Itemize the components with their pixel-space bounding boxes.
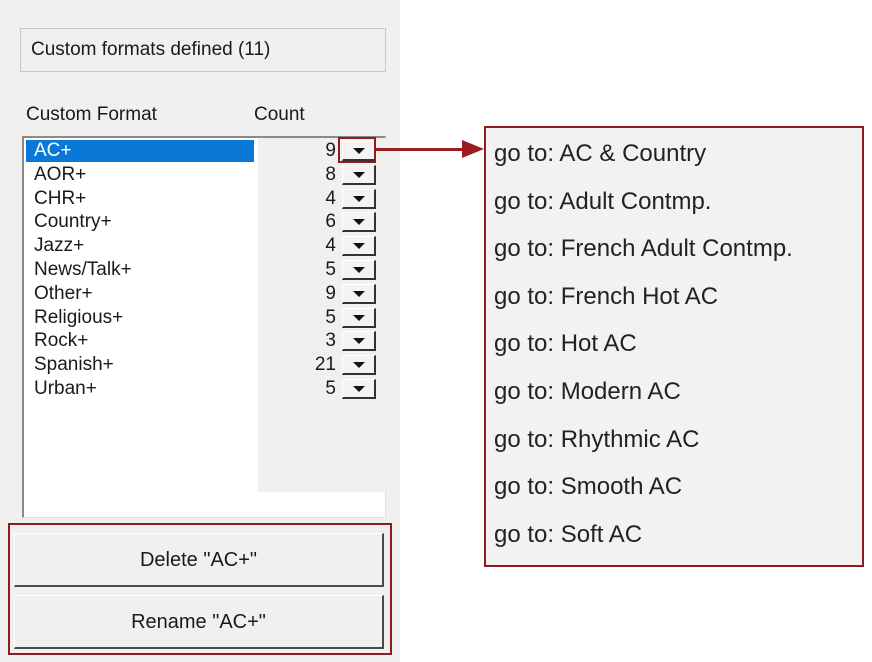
chevron-down-icon <box>353 219 365 226</box>
format-count: 8 <box>325 163 336 185</box>
chevron-down-icon <box>353 338 365 345</box>
goto-menu-item[interactable]: go to: Adult Contmp. <box>494 188 711 236</box>
goto-menu-item[interactable]: go to: Hot AC <box>494 330 637 378</box>
screenshot-stage: Custom formats defined (11) Custom Forma… <box>0 0 872 662</box>
format-name[interactable]: Other+ <box>26 283 254 305</box>
format-dropdown-button[interactable] <box>342 164 376 185</box>
delete-format-button[interactable]: Delete "AC+" <box>14 533 384 587</box>
column-header-custom-format: Custom Format <box>26 104 157 125</box>
format-name[interactable]: Jazz+ <box>26 235 254 257</box>
rename-format-button[interactable]: Rename "AC+" <box>14 595 384 649</box>
format-count: 4 <box>325 235 336 257</box>
format-count: 21 <box>314 354 336 376</box>
format-dropdown-button[interactable] <box>342 212 376 233</box>
list-item[interactable]: Other+ 9 <box>24 283 386 306</box>
column-header-count: Count <box>254 104 305 125</box>
format-count: 6 <box>325 211 336 233</box>
format-name[interactable]: Urban+ <box>26 378 254 400</box>
format-count: 5 <box>325 378 336 399</box>
list-item[interactable]: AC+ 9 <box>24 140 386 163</box>
goto-format-menu: go to: AC & Country go to: Adult Contmp. g… <box>484 126 864 567</box>
list-item[interactable]: Rock+ 3 <box>24 330 386 353</box>
custom-formats-panel: Custom formats defined (11) Custom Forma… <box>0 0 400 662</box>
format-count: 5 <box>325 259 336 280</box>
format-count: 4 <box>325 187 336 209</box>
format-count: 9 <box>325 282 336 304</box>
goto-menu-item[interactable]: go to: French Hot AC <box>494 283 718 331</box>
formats-defined-header: Custom formats defined (11) <box>20 28 386 72</box>
goto-menu-item[interactable]: go to: Smooth AC <box>494 473 682 521</box>
list-item[interactable]: Spanish+ 21 <box>24 354 386 377</box>
format-name[interactable]: AC+ <box>26 140 254 162</box>
callout-arrow-line <box>376 148 464 151</box>
format-name[interactable]: Rock+ <box>26 330 254 352</box>
format-dropdown-button[interactable] <box>342 379 376 399</box>
format-name[interactable]: News/Talk+ <box>26 259 254 281</box>
format-dropdown-button[interactable] <box>342 260 376 280</box>
list-item[interactable]: Jazz+ 4 <box>24 235 386 258</box>
chevron-down-icon <box>353 171 365 178</box>
chevron-down-icon <box>353 362 365 369</box>
format-name[interactable]: Religious+ <box>26 307 254 329</box>
custom-format-listbox[interactable]: AC+ 9 AOR+ 8 CHR+ 4 Country+ 6 Jazz+ 4 News/Talk+ 5… <box>22 136 386 518</box>
format-name[interactable]: AOR+ <box>26 164 254 186</box>
goto-menu-item[interactable]: go to: Soft AC <box>494 521 642 569</box>
chevron-down-icon <box>353 267 365 273</box>
list-item[interactable]: CHR+ 4 <box>24 188 386 211</box>
format-name[interactable]: Country+ <box>26 211 254 233</box>
format-count: 5 <box>325 306 336 328</box>
format-dropdown-button[interactable] <box>342 307 376 328</box>
format-dropdown-button[interactable] <box>342 331 376 352</box>
format-count: 9 <box>325 140 336 161</box>
goto-menu-item[interactable]: go to: Rhythmic AC <box>494 426 699 474</box>
goto-menu-item[interactable]: go to: French Adult Contmp. <box>494 235 793 283</box>
format-dropdown-button[interactable] <box>342 236 376 257</box>
action-buttons-callout: Delete "AC+" Rename "AC+" <box>8 523 392 655</box>
goto-menu-item[interactable]: go to: AC & Country <box>494 140 706 188</box>
format-dropdown-button[interactable] <box>342 188 376 209</box>
chevron-down-icon <box>353 290 365 297</box>
format-dropdown-button[interactable] <box>342 283 376 304</box>
goto-menu-item[interactable]: go to: Modern AC <box>494 378 681 426</box>
chevron-down-icon <box>353 243 365 250</box>
arrow-right-icon <box>462 140 484 158</box>
format-count: 3 <box>325 330 336 352</box>
list-item[interactable]: Religious+ 5 <box>24 307 386 330</box>
format-name[interactable]: Spanish+ <box>26 354 254 376</box>
chevron-down-icon <box>353 314 365 321</box>
chevron-down-icon <box>353 195 365 202</box>
list-item[interactable]: News/Talk+ 5 <box>24 259 386 282</box>
format-dropdown-button[interactable] <box>342 355 376 376</box>
list-item[interactable]: AOR+ 8 <box>24 164 386 187</box>
chevron-down-icon <box>353 386 365 392</box>
list-item[interactable]: Urban+ 5 <box>24 378 386 401</box>
dropdown-callout-box <box>338 137 376 163</box>
format-name[interactable]: CHR+ <box>26 188 254 210</box>
list-item[interactable]: Country+ 6 <box>24 211 386 234</box>
